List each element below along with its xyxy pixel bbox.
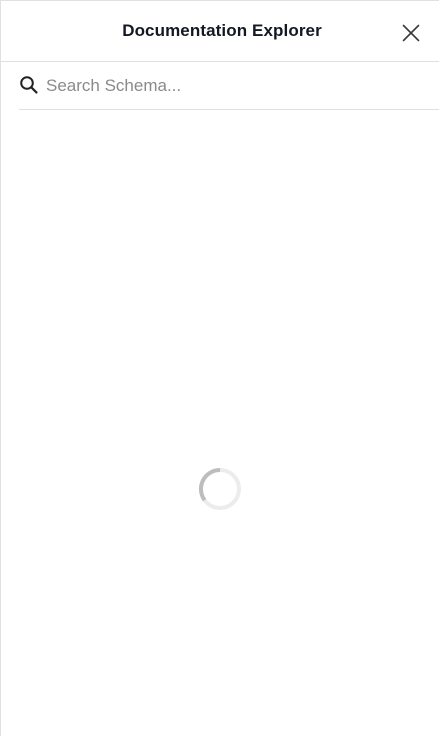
panel-header: Documentation Explorer bbox=[1, 1, 439, 62]
panel-title: Documentation Explorer bbox=[122, 21, 322, 40]
close-icon[interactable] bbox=[401, 23, 421, 43]
documentation-explorer-panel: Documentation Explorer bbox=[0, 0, 439, 736]
search-input[interactable] bbox=[46, 70, 439, 101]
loading-spinner bbox=[199, 467, 241, 510]
search-bar bbox=[19, 62, 439, 110]
search-icon bbox=[20, 75, 38, 94]
